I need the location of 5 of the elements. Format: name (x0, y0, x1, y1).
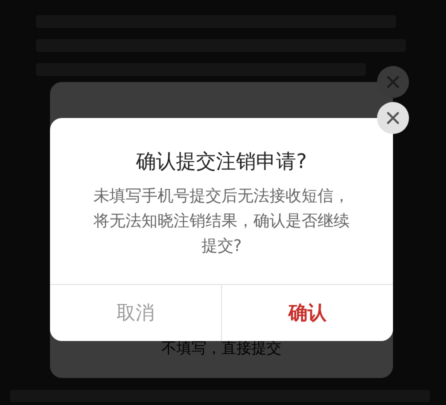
dialog-title: 确认提交注销申请? (135, 148, 308, 175)
close-icon[interactable] (377, 102, 409, 134)
confirm-button[interactable]: 确认 (221, 285, 393, 341)
dialog-message: 未填写手机号提交后无法接收短信，将无法知晓注销结果，确认是否继续提交? (92, 185, 350, 257)
submit-link[interactable]: 不填写，直接提交 (162, 339, 282, 358)
